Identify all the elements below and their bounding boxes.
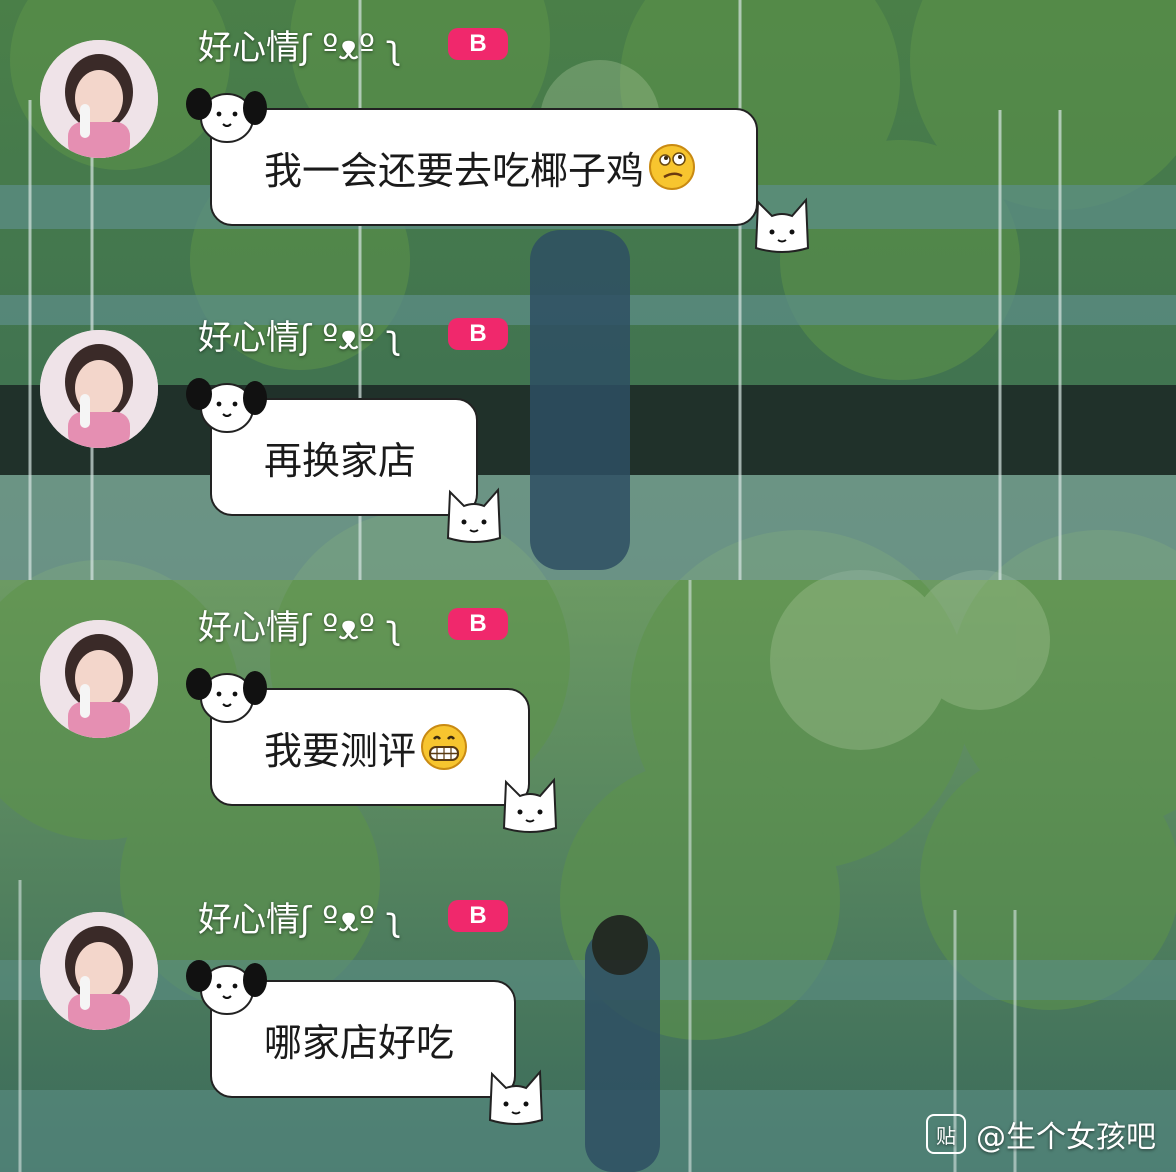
chat-message: 好心情ʃ ºᴥº ʅ B 再换家店 [0,290,1176,580]
cat-sticker-icon [488,1069,544,1125]
message-text: 我要测评 [264,728,417,773]
member-badge: B [448,608,508,640]
sender-name[interactable]: 好心情ʃ ºᴥº ʅ [198,20,401,69]
tieba-logo-icon: 贴 [926,1114,966,1154]
chat-message: 好心情ʃ ºᴥº ʅ B 我要测评 [0,580,1176,870]
member-badge: B [448,28,508,60]
dog-sticker-icon [186,378,267,433]
cat-sticker-icon [502,777,558,833]
avatar[interactable] [40,330,158,448]
message-text: 哪家店好吃 [264,1020,455,1065]
grinning-face-icon [421,724,468,770]
chat-message: 好心情ʃ ºᴥº ʅ B 我一会还要去吃椰子鸡 [0,0,1176,290]
sender-name[interactable]: 好心情ʃ ºᴥº ʅ [198,892,401,941]
member-badge: B [448,900,508,932]
message-bubble[interactable]: 我一会还要去吃椰子鸡 [210,108,759,226]
dog-sticker-icon [186,960,267,1015]
cat-sticker-icon [446,487,502,543]
watermark: 贴 @生个女孩吧 [926,1112,1156,1156]
sender-name[interactable]: 好心情ʃ ºᴥº ʅ [198,600,401,649]
member-badge: B [448,318,508,350]
sender-name[interactable]: 好心情ʃ ºᴥº ʅ [198,310,401,359]
confused-face-icon [649,144,696,190]
dog-sticker-icon [186,668,267,723]
avatar[interactable] [40,40,158,158]
avatar[interactable] [40,912,158,1030]
watermark-label: @生个女孩吧 [976,1120,1156,1155]
message-text: 我一会还要去吃椰子鸡 [264,148,645,193]
avatar[interactable] [40,620,158,738]
cat-sticker-icon [754,197,810,253]
message-text: 再换家店 [264,438,417,483]
dog-sticker-icon [186,88,267,143]
